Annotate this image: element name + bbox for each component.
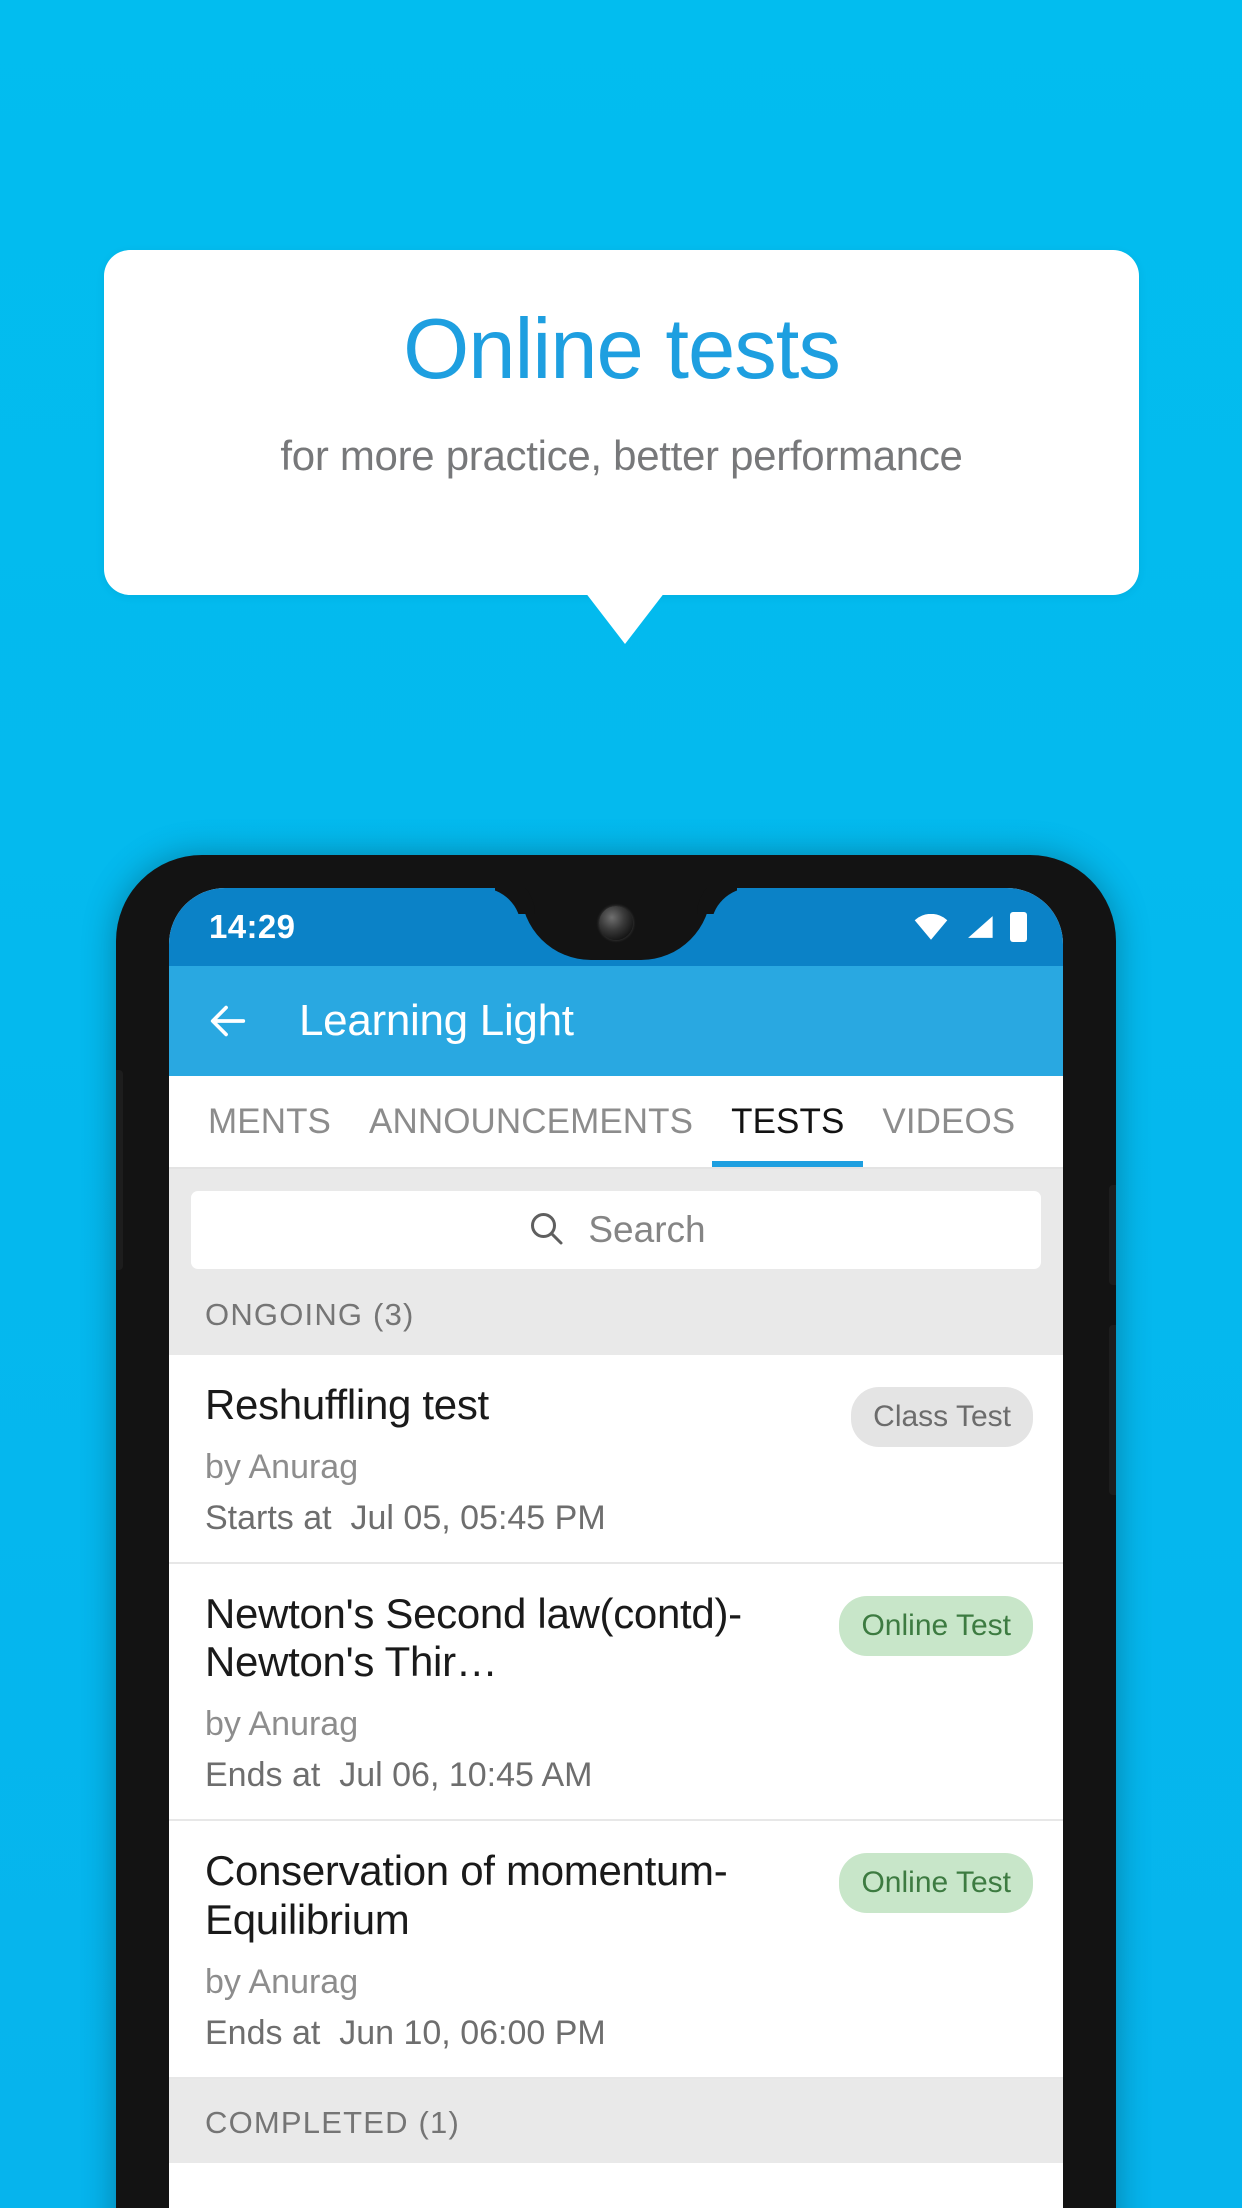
phone-side-button — [1109, 1325, 1116, 1495]
tab-videos[interactable]: VIDEOS — [863, 1076, 1034, 1167]
promo-screenshot: Online tests for more practice, better p… — [0, 0, 1242, 2208]
table-row[interactable]: Conservation of momentum-Equilibrium by … — [169, 1821, 1063, 2079]
page-title: Learning Light — [299, 996, 574, 1045]
section-header-completed: COMPLETED (1) — [169, 2078, 1063, 2163]
status-badge: Class Test — [851, 1387, 1033, 1447]
status-badge: Online Test — [839, 1595, 1033, 1656]
test-schedule-value: Jul 05, 05:45 PM — [350, 1498, 606, 1537]
test-schedule: Ends at Jun 10, 06:00 PM — [205, 2014, 825, 2053]
status-bar: 14:29 — [169, 888, 1063, 966]
search-placeholder: Search — [588, 1209, 706, 1250]
test-schedule-value: Jun 10, 06:00 PM — [339, 2013, 606, 2052]
wifi-icon — [914, 913, 948, 940]
phone-screen: 14:29 Learning Light MENTS ANNOUNCEMENTS… — [169, 888, 1063, 2208]
test-schedule: Ends at Jul 06, 10:45 AM — [205, 1756, 825, 1795]
test-item-content: Newton's Second law(contd)-Newton's Thir… — [205, 1590, 825, 1795]
test-schedule-label: Starts at — [205, 1498, 332, 1537]
phone-mockup: 14:29 Learning Light MENTS ANNOUNCEMENTS… — [116, 855, 1116, 2208]
test-schedule-value: Jul 06, 10:45 AM — [339, 1756, 593, 1795]
front-camera-icon — [599, 906, 633, 940]
test-schedule-label: Ends at — [205, 1756, 321, 1795]
app-bar: Learning Light — [169, 966, 1063, 1076]
test-title: Newton's Second law(contd)-Newton's Thir… — [205, 1589, 742, 1686]
table-row[interactable]: Newton's Second law(contd)-Newton's Thir… — [169, 1564, 1063, 1822]
test-title: Conservation of momentum-Equilibrium — [205, 1847, 728, 1943]
tests-list: Reshuffling test by Anurag Starts at Jul… — [169, 1355, 1063, 2079]
section-header-ongoing: ONGOING (3) — [169, 1289, 1063, 1355]
tab-announcements[interactable]: ANNOUNCEMENTS — [350, 1076, 712, 1167]
test-schedule: Starts at Jul 05, 05:45 PM — [205, 1499, 837, 1538]
test-title: Reshuffling test — [205, 1381, 489, 1428]
test-schedule-label: Ends at — [205, 2013, 321, 2052]
test-author: by Anurag — [205, 1705, 359, 1744]
promo-card: Online tests for more practice, better p… — [104, 250, 1139, 595]
battery-icon — [1010, 912, 1027, 942]
test-item-content: Reshuffling test by Anurag Starts at Jul… — [205, 1381, 837, 1538]
test-item-content: Conservation of momentum-Equilibrium by … — [205, 1847, 825, 2052]
search-input[interactable]: Search — [191, 1191, 1041, 1269]
phone-notch — [521, 888, 711, 960]
test-author: by Anurag — [205, 1447, 359, 1486]
signal-icon — [964, 914, 994, 940]
tab-bar: MENTS ANNOUNCEMENTS TESTS VIDEOS — [169, 1076, 1063, 1169]
promo-title: Online tests — [403, 302, 841, 397]
phone-power-button — [1109, 1185, 1116, 1285]
promo-card-tail — [585, 592, 665, 644]
search-bar-container: Search — [169, 1169, 1063, 1289]
tab-assignments[interactable]: MENTS — [189, 1076, 350, 1167]
status-bar-clock: 14:29 — [209, 908, 296, 945]
status-badge: Online Test — [839, 1853, 1033, 1914]
phone-volume-button — [116, 1070, 123, 1270]
back-arrow-icon[interactable] — [203, 996, 253, 1046]
promo-subtitle: for more practice, better performance — [280, 432, 963, 479]
search-icon — [526, 1208, 566, 1253]
tab-tests[interactable]: TESTS — [712, 1076, 864, 1167]
status-bar-icons — [914, 912, 1027, 942]
test-author: by Anurag — [205, 1962, 359, 2001]
table-row[interactable]: Reshuffling test by Anurag Starts at Jul… — [169, 1355, 1063, 1564]
